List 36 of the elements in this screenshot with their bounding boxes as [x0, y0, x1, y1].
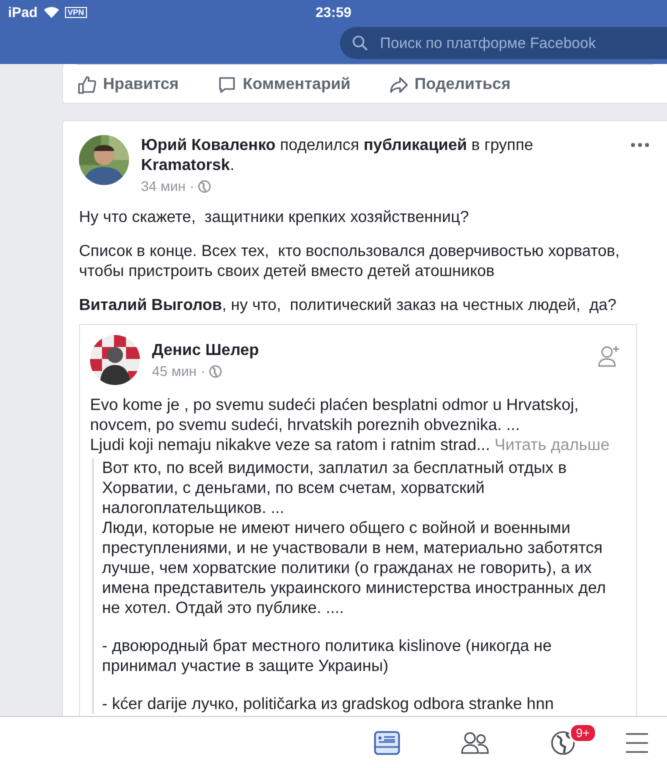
- share-button[interactable]: Поделиться: [388, 75, 511, 95]
- share-arrow-icon: [388, 75, 409, 95]
- like-button[interactable]: Нравится: [77, 75, 179, 95]
- notification-badge: 9+: [569, 723, 597, 743]
- post-text: Список в конце. Всех тех, кто воспользовался доверчивостью хорватов, чтобы пристроить своих детей вместо детей атошников: [79, 242, 621, 282]
- thumbs-up-icon: [77, 75, 97, 95]
- globe-icon: [198, 180, 212, 192]
- status-time: 23:59: [316, 4, 352, 20]
- translated-text: - двоюродный брат местного политика kislinove (никогда не принимал участие в защите Украины): [102, 636, 553, 676]
- globe-tab[interactable]: 9+: [519, 717, 607, 768]
- search-bar[interactable]: Поиск по платформе Facebook: [340, 27, 667, 59]
- globe-icon: [209, 364, 222, 378]
- menu-icon: [625, 732, 649, 754]
- post-time: 34 мин: [141, 178, 186, 194]
- globe-icon: [550, 730, 576, 756]
- translated-text: - kćer darije лучко, političarka из gradskog odbora stranke hnn: [102, 694, 555, 714]
- read-more-link[interactable]: Читать дальше: [494, 436, 610, 454]
- post-time: 45 мин: [152, 363, 197, 379]
- friends-icon: [461, 730, 489, 754]
- wifi-icon: [44, 6, 59, 18]
- post-text: Ну что скажете, защитники крепких хозяйственниц?: [79, 208, 470, 228]
- device-name: iPad: [8, 4, 38, 20]
- separator-dot: ·: [200, 363, 206, 379]
- comment-icon: [216, 75, 237, 95]
- vpn-indicator: VPN: [64, 6, 88, 18]
- news-feed-icon: [374, 730, 400, 754]
- author-name[interactable]: Денис Шелер: [152, 341, 586, 361]
- add-friend-icon[interactable]: [598, 345, 620, 367]
- post-text: Evo kome je , po svemu sudeći plaćen besplatni odmor u Hrvatskoj, novcem, po svemu sudeći, hrvatskih poreznih obveznika. ... Ljudi koji nemaju nikakve veze sa ratom i ratnim strad... Читать дальше: [90, 395, 611, 455]
- comment-button[interactable]: Комментарий: [216, 75, 351, 95]
- search-field[interactable]: Поиск по платформе Facebook: [378, 34, 652, 52]
- translated-text: Вот кто, по всей видимости, заплатил за бесплатный отдых в Хорватии, с деньгами, по всем счетам, хорватский налогоплательщиков. ... Люди, которые не имеют ничего общего с войной и военными преступлениями, и не участвовали в нем, материально заботятся лучше, чем хорватские политики (о гражданах не говорить), а их имена представитель украинского министерства иностранных дел не хотел. Отдай это публике. ....: [102, 458, 607, 618]
- separator-dot: ·: [190, 178, 194, 194]
- search-icon: [352, 35, 368, 51]
- post-header: Юрий Коваленко поделился публикацией в группе Kramatorsk.: [141, 136, 534, 176]
- post-text: Виталий Выголов, ну что, политический заказ на честных людей, да?: [79, 296, 618, 316]
